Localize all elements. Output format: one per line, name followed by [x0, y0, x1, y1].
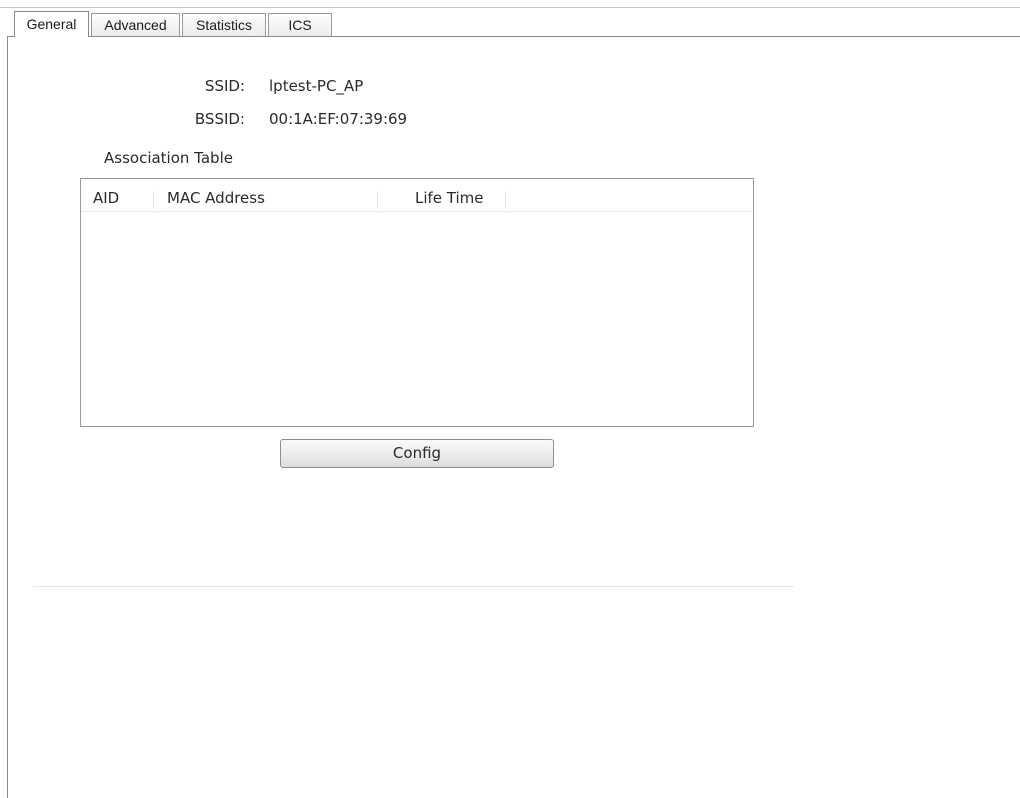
association-table-header: AID MAC Address Life Time — [81, 179, 753, 212]
separator-line — [33, 586, 794, 587]
config-button[interactable]: Config — [280, 439, 554, 468]
ssid-label: SSID: — [204, 77, 245, 95]
bssid-value: 00:1A:EF:07:39:69 — [269, 110, 408, 128]
association-table[interactable]: AID MAC Address Life Time — [80, 178, 754, 427]
panel-left-border — [7, 36, 8, 798]
column-header-mac-address[interactable]: MAC Address — [167, 179, 377, 211]
dialog-window: General Advanced Statistics ICS SSID: lp… — [0, 0, 1020, 798]
association-table-title: Association Table — [104, 149, 233, 167]
column-separator[interactable] — [153, 191, 154, 209]
ssid-value: lptest-PC_AP — [269, 77, 364, 95]
tab-ics[interactable]: ICS — [268, 13, 332, 36]
tab-advanced[interactable]: Advanced — [91, 13, 180, 36]
window-top-border — [0, 7, 1020, 8]
column-header-life-time[interactable]: Life Time — [415, 179, 505, 211]
tab-general[interactable]: General — [14, 11, 89, 37]
column-separator[interactable] — [505, 191, 506, 209]
tab-statistics[interactable]: Statistics — [182, 13, 266, 36]
bssid-label: BSSID: — [194, 110, 245, 128]
column-header-aid[interactable]: AID — [93, 179, 153, 211]
general-tab-panel: SSID: lptest-PC_AP BSSID: 00:1A:EF:07:39… — [7, 36, 1020, 798]
column-separator[interactable] — [377, 191, 378, 209]
